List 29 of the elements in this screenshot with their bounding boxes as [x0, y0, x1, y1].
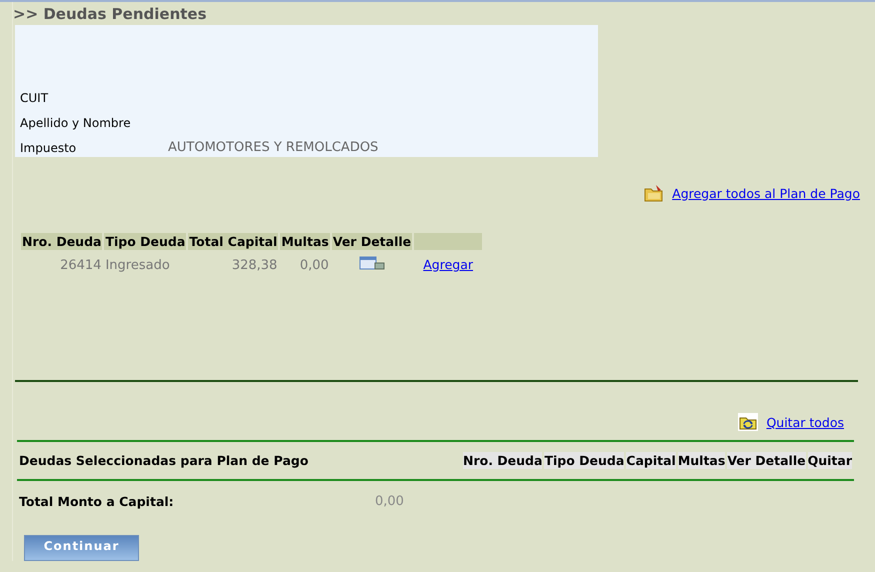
column-header: Nro. Deuda — [462, 452, 542, 469]
column-header: Nro. Deuda — [21, 233, 102, 250]
field-value: AUTOMOTORES Y REMOLCADOS — [168, 140, 378, 155]
folder-icon — [738, 413, 758, 431]
field-label: Apellido y Nombre — [20, 116, 132, 130]
table-cell-text: 0,00 — [298, 256, 330, 274]
section-title: >> Deudas Pendientes — [13, 4, 208, 23]
column-header: Tipo Deuda — [544, 452, 624, 469]
column-header: Ver Detalle — [727, 452, 806, 469]
column-header: Total Capital — [188, 233, 278, 250]
section-label: Deudas Seleccionadas para Plan de Pago — [19, 453, 308, 468]
add-link[interactable]: Agregar — [423, 257, 474, 272]
field-label: CUIT — [20, 90, 50, 104]
field-label: Impuesto — [20, 140, 78, 154]
remove-all-link[interactable]: Quitar todos — [766, 414, 844, 430]
column-header: Multas — [280, 233, 330, 250]
column-header: Tipo Deuda — [104, 233, 186, 250]
total-label: Total Monto a Capital: — [19, 494, 175, 508]
column-header: Quitar — [808, 452, 852, 469]
column-header: Capital — [626, 452, 676, 469]
column-header: Multas — [678, 452, 726, 469]
table-cell-text: Ingresado — [104, 256, 171, 274]
column-header: Ver Detalle — [332, 233, 412, 250]
document-icon[interactable] — [358, 255, 385, 271]
folder-icon — [644, 184, 664, 202]
add-all-link[interactable]: Agregar todos al Plan de Pago — [672, 186, 860, 200]
table-cell-text: 26414 — [59, 256, 102, 274]
total-value: 0,00 — [375, 494, 404, 508]
table-cell-text: 328,38 — [230, 256, 278, 274]
